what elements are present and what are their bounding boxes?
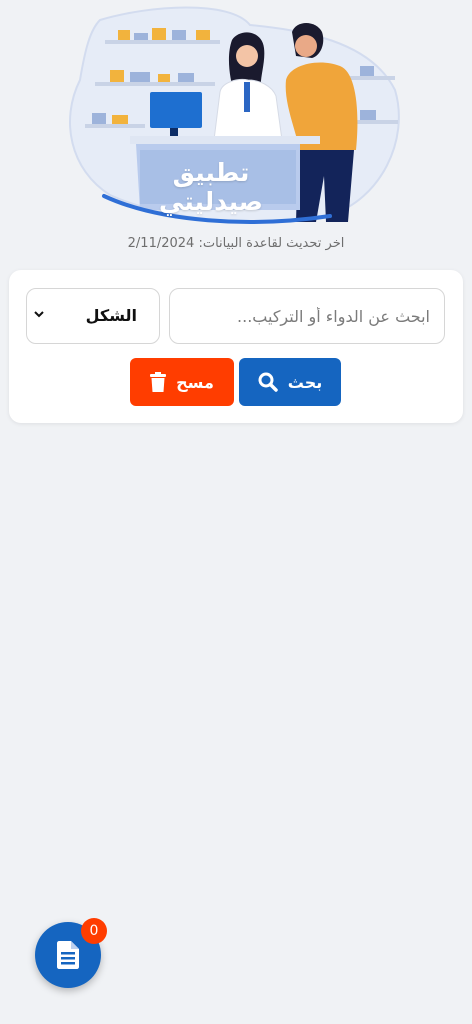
search-icon (258, 372, 278, 392)
clear-button[interactable]: مسح (130, 358, 234, 406)
form-select-value: الشكل (85, 306, 137, 325)
chevron-down-icon (34, 311, 44, 318)
clear-button-label: مسح (176, 372, 214, 392)
document-icon (57, 941, 79, 969)
app-title: تطبيق صيدليتي (159, 158, 263, 216)
search-button-label: بحث (287, 372, 323, 392)
database-updated-text: اخر تحديث لقاعدة البيانات: 2/11/2024 (127, 236, 345, 251)
search-input[interactable] (169, 288, 445, 344)
search-card: الشكل بحث مسح (9, 270, 463, 423)
hero-banner: تطبيق صيدليتي (0, 0, 472, 235)
fab-count-badge: 0 (81, 918, 107, 944)
trash-icon (150, 372, 167, 392)
form-select[interactable]: الشكل (26, 288, 160, 344)
search-button[interactable]: بحث (239, 358, 341, 406)
